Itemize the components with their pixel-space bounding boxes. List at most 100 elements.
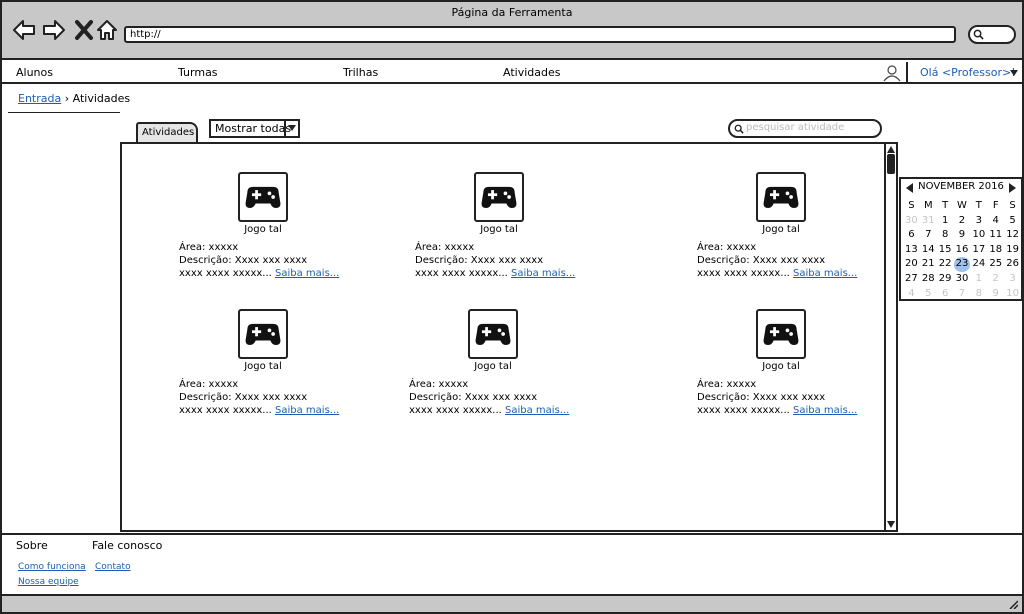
calendar-day[interactable]: 31 xyxy=(920,214,937,229)
resize-grip-icon[interactable] xyxy=(1008,599,1018,609)
saiba-mais-link[interactable]: Saiba mais... xyxy=(275,405,339,416)
calendar-day-today[interactable]: 23 xyxy=(953,257,971,272)
gamepad-icon[interactable] xyxy=(468,309,518,359)
calendar-day[interactable]: 3 xyxy=(1004,272,1021,287)
activity-search-input[interactable]: pesquisar atividade xyxy=(728,119,882,138)
activity-description-cont: xxxx xxxx xxxxx... xyxy=(179,268,272,279)
activity-area: Área: xxxxx xyxy=(409,379,469,390)
calendar-day[interactable]: 25 xyxy=(987,257,1004,272)
calendar-month-label: NOVEMBER 2016 xyxy=(918,181,1004,192)
breadcrumb-current: Atividades xyxy=(72,92,131,105)
footer-link-nossa-equipe[interactable]: Nossa equipe xyxy=(18,577,79,587)
calendar-day[interactable]: 9 xyxy=(987,287,1004,302)
calendar-day[interactable]: 24 xyxy=(970,257,987,272)
activity-description-cont: xxxx xxxx xxxxx... xyxy=(179,405,272,416)
calendar-day[interactable]: 5 xyxy=(920,287,937,302)
gamepad-icon[interactable] xyxy=(238,172,288,222)
calendar-day[interactable]: 10 xyxy=(970,228,987,243)
calendar-day[interactable]: 21 xyxy=(920,257,937,272)
activity-description-more: xxxx xxxx xxxxx... Saiba mais... xyxy=(179,268,339,279)
saiba-mais-link[interactable]: Saiba mais... xyxy=(511,268,575,279)
calendar-day[interactable]: 2 xyxy=(987,272,1004,287)
gamepad-icon[interactable] xyxy=(756,172,806,222)
breadcrumb-separator: › xyxy=(64,92,70,105)
calendar-day[interactable]: 1 xyxy=(970,272,987,287)
calendar-day[interactable]: 11 xyxy=(987,228,1004,243)
forward-arrow-icon[interactable] xyxy=(42,18,66,42)
calendar-day[interactable]: 7 xyxy=(920,228,937,243)
gamepad-icon[interactable] xyxy=(238,309,288,359)
calendar-day[interactable]: 30 xyxy=(903,214,920,229)
chevron-down-icon xyxy=(1010,70,1018,76)
menu-item-turmas[interactable]: Turmas xyxy=(178,66,218,79)
activity-name: Jogo tal xyxy=(762,361,800,372)
calendar-day[interactable]: 18 xyxy=(987,243,1004,258)
calendar-day[interactable]: 4 xyxy=(987,214,1004,229)
calendar-day[interactable]: 27 xyxy=(903,272,920,287)
calendar-day[interactable]: 13 xyxy=(903,243,920,258)
activity-description-more: xxxx xxxx xxxxx... Saiba mais... xyxy=(415,268,575,279)
calendar-day[interactable]: 3 xyxy=(970,214,987,229)
activity-description-cont: xxxx xxxx xxxxx... xyxy=(409,405,502,416)
calendar-day[interactable]: 17 xyxy=(970,243,987,258)
breadcrumb-link-entrada[interactable]: Entrada xyxy=(18,92,61,105)
calendar-day[interactable]: 4 xyxy=(903,287,920,302)
saiba-mais-link[interactable]: Saiba mais... xyxy=(793,405,857,416)
footer-link-como-funciona[interactable]: Como funciona xyxy=(18,562,86,572)
activity-description-cont: xxxx xxxx xxxxx... xyxy=(697,268,790,279)
address-bar[interactable]: http:// xyxy=(124,26,956,43)
scroll-down-arrow-icon[interactable] xyxy=(887,521,895,528)
activity-description-more: xxxx xxxx xxxxx... Saiba mais... xyxy=(409,405,569,416)
calendar-day[interactable]: 2 xyxy=(954,214,971,229)
calendar-day[interactable]: 6 xyxy=(903,228,920,243)
next-month-icon[interactable] xyxy=(1009,183,1016,193)
gamepad-icon[interactable] xyxy=(756,309,806,359)
back-arrow-icon[interactable] xyxy=(12,18,36,42)
saiba-mais-link[interactable]: Saiba mais... xyxy=(793,268,857,279)
calendar-day[interactable]: 16 xyxy=(954,243,971,258)
scroll-thumb[interactable] xyxy=(887,154,895,174)
close-x-icon[interactable] xyxy=(72,18,96,42)
browser-search-box[interactable] xyxy=(968,25,1016,44)
footer-link-contato[interactable]: Contato xyxy=(95,562,131,572)
calendar-day[interactable]: 1 xyxy=(937,214,954,229)
menu-item-trilhas[interactable]: Trilhas xyxy=(343,66,378,79)
calendar-day[interactable]: 7 xyxy=(954,287,971,302)
gamepad-icon[interactable] xyxy=(474,172,524,222)
activity-description: Descrição: Xxxx xxx xxxx xyxy=(697,392,826,403)
calendar-day[interactable]: 26 xyxy=(1004,257,1021,272)
prev-month-icon[interactable] xyxy=(906,183,913,193)
tab-atividades[interactable]: Atividades xyxy=(136,122,198,142)
calendar-day[interactable]: 22 xyxy=(937,257,954,272)
calendar-day[interactable]: 15 xyxy=(937,243,954,258)
calendar-header: NOVEMBER 2016 xyxy=(901,179,1021,197)
filter-select-value: Mostrar todas xyxy=(215,122,292,135)
calendar-day[interactable]: 19 xyxy=(1004,243,1021,258)
filter-select[interactable]: Mostrar todas xyxy=(209,119,300,138)
calendar-day[interactable]: 10 xyxy=(1004,287,1021,302)
calendar-day[interactable]: 6 xyxy=(937,287,954,302)
calendar-day[interactable]: 5 xyxy=(1004,214,1021,229)
calendar-weekday: F xyxy=(992,200,999,211)
saiba-mais-link[interactable]: Saiba mais... xyxy=(505,405,569,416)
calendar-day[interactable]: 30 xyxy=(954,272,971,287)
calendar-day[interactable]: 8 xyxy=(937,228,954,243)
calendar-day[interactable]: 8 xyxy=(970,287,987,302)
status-bar xyxy=(2,594,1022,612)
calendar-day[interactable]: 9 xyxy=(954,228,971,243)
calendar-weekday: S xyxy=(1009,200,1016,211)
saiba-mais-link[interactable]: Saiba mais... xyxy=(275,268,339,279)
calendar-day[interactable]: 14 xyxy=(920,243,937,258)
menu-item-atividades[interactable]: Atividades xyxy=(503,66,560,79)
calendar-day[interactable]: 29 xyxy=(937,272,954,287)
calendar-day[interactable]: 12 xyxy=(1004,228,1021,243)
vertical-scrollbar[interactable] xyxy=(884,144,896,530)
calendar-day[interactable]: 28 xyxy=(920,272,937,287)
activity-description-cont: xxxx xxxx xxxxx... xyxy=(415,268,508,279)
home-icon[interactable] xyxy=(95,18,119,42)
activity-description: Descrição: Xxxx xxx xxxx xyxy=(697,255,826,266)
user-dropdown[interactable]: Olá <Professor>! xyxy=(906,62,1022,84)
scroll-up-arrow-icon[interactable] xyxy=(887,146,895,153)
menu-item-alunos[interactable]: Alunos xyxy=(16,66,53,79)
calendar-day[interactable]: 20 xyxy=(903,257,920,272)
